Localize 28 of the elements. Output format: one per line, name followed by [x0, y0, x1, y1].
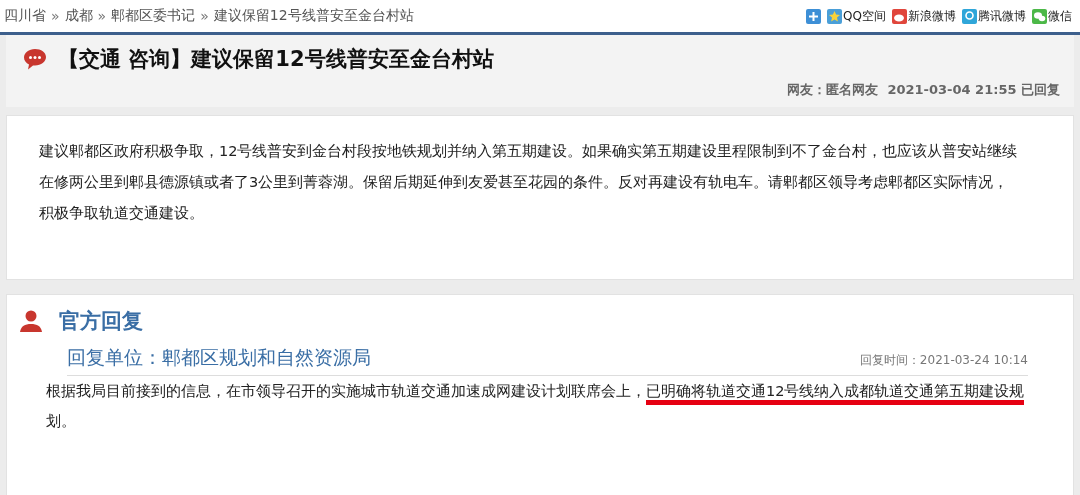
post-text: 建议郫都区政府积极争取，12号线普安到金台村段按地铁规划并纳入第五期建设。如果确实第五期建设里程限制到不了金台村，也应该从普安站继续 [39, 142, 1019, 161]
reply-text: 根据我局目前接到的信息，在市领导召开的实施城市轨道交通加速成网建设计划联席会上，已明确将轨道交通12号线纳入成都轨道交通第五期建设规 [46, 376, 1063, 406]
share-logo-icon [1032, 8, 1047, 24]
breadcrumb-separator: » [97, 8, 107, 24]
reply-text: 划。 [46, 412, 77, 431]
reply-unit: 回复单位：郫都区规划和自然资源局 [67, 345, 371, 370]
share-link[interactable]: QQ空间 [827, 7, 886, 25]
speech-bubble-icon [22, 46, 48, 72]
share-logo-icon [827, 8, 843, 24]
share-plus-icon[interactable] [806, 8, 822, 24]
reply-time: 回复时间：2021-03-24 10:14 [859, 352, 1028, 369]
breadcrumb-link[interactable]: 成都 [64, 7, 93, 25]
share-link[interactable]: 微信 [1032, 7, 1072, 25]
person-icon [19, 309, 43, 333]
share-logo-icon [962, 8, 977, 24]
post-text: 积极争取轨道交通建设。 [39, 204, 205, 223]
breadcrumb-separator: » [200, 8, 209, 24]
reply-heading: 官方回复 [59, 308, 143, 335]
share-logo-icon [892, 8, 907, 24]
post-meta: 网友：匿名网友 2021-03-04 21:55 已回复 [786, 81, 1060, 99]
post-text: 在修两公里到郫县德源镇或者了3公里到菁蓉湖。保留后期延伸到友爱甚至花园的条件。反对再建设有轨电车。请郫都区领导考虑郫都区实际情况， [39, 173, 1010, 192]
share-link[interactable]: 腾讯微博 [962, 7, 1026, 25]
breadcrumb-link[interactable]: 四川省 [4, 7, 46, 25]
share-link[interactable]: 新浪微博 [892, 7, 956, 25]
post-title: 【交通 咨询】建议保留12号线普安至金台村站 [58, 46, 494, 73]
breadcrumb-separator: » [51, 8, 60, 24]
breadcrumb-link[interactable]: 建议保留12号线普安至金台村站 [213, 7, 414, 25]
breadcrumb-link[interactable]: 郫都区委书记 [111, 7, 196, 25]
